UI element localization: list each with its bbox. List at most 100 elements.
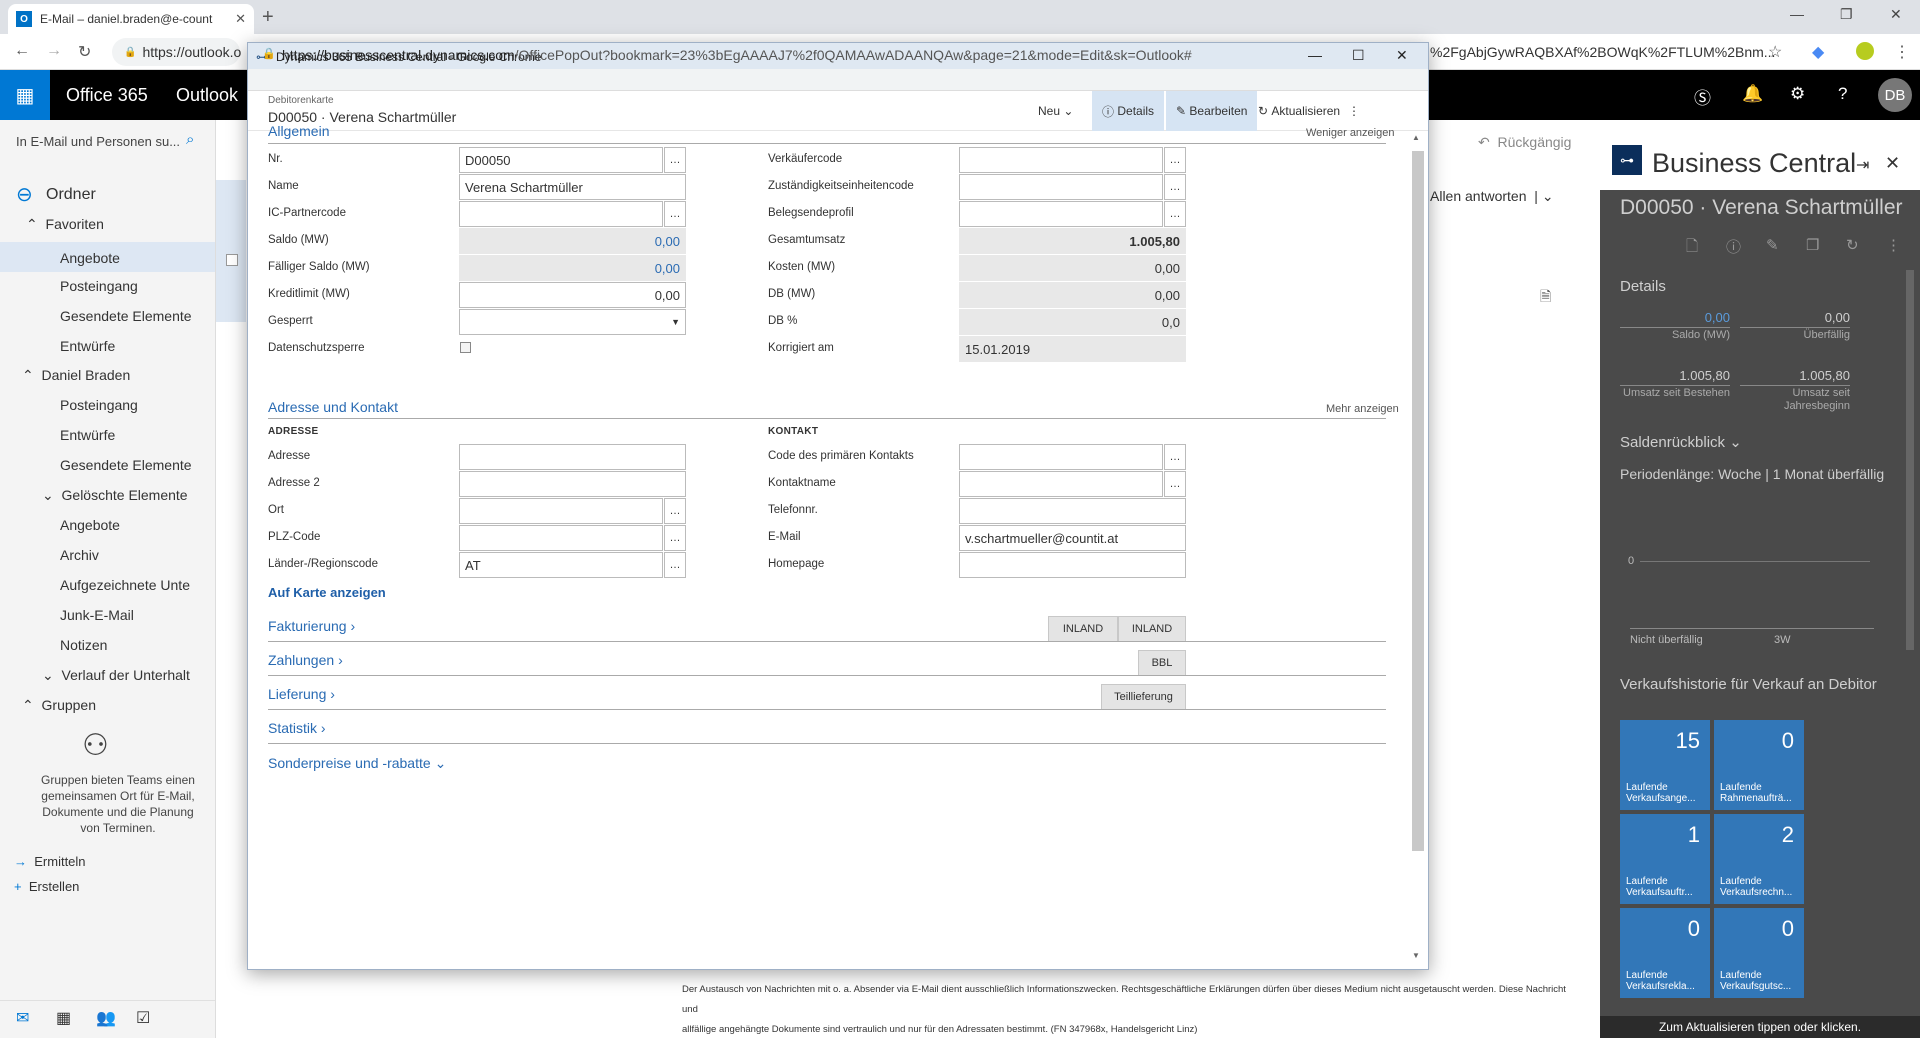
- bc-pane-scrollbar[interactable]: [1906, 270, 1914, 650]
- new-button[interactable]: Neu ⌄: [1028, 91, 1083, 131]
- message-checkbox[interactable]: [226, 254, 238, 266]
- folder-aufgezeichnete[interactable]: Aufgezeichnete Unte: [60, 577, 190, 593]
- close-window-icon[interactable]: ✕: [1890, 6, 1902, 23]
- folder-gesendete[interactable]: Gesendete Elemente: [60, 457, 192, 473]
- account-header[interactable]: ⌃ Daniel Braden: [22, 367, 130, 384]
- cue-tile[interactable]: 0 Laufende Verkaufsrekla...: [1620, 908, 1710, 998]
- discover-link[interactable]: → Ermitteln: [14, 854, 86, 869]
- lookup-button[interactable]: …: [1164, 147, 1186, 173]
- edit-icon[interactable]: ✎: [1766, 236, 1779, 254]
- favorites-header[interactable]: ⌃ Favoriten: [26, 216, 104, 233]
- country-input[interactable]: AT: [459, 552, 663, 578]
- saldo-review-toggle[interactable]: Saldenrückblick ⌄: [1620, 433, 1742, 451]
- folder-notizen[interactable]: Notizen: [60, 637, 107, 653]
- section-invoicing[interactable]: Fakturierung ›: [268, 618, 355, 634]
- people-icon[interactable]: 👥: [96, 1008, 116, 1028]
- lookup-button[interactable]: …: [664, 552, 686, 578]
- section-special-prices[interactable]: Sonderpreise und -rabatte ⌄: [268, 755, 446, 772]
- folder-archiv[interactable]: Archiv: [60, 547, 99, 563]
- cue-tile[interactable]: 15 Laufende Verkaufsange...: [1620, 720, 1710, 810]
- credit-limit-input[interactable]: 0,00: [459, 282, 686, 308]
- lookup-button[interactable]: …: [1164, 201, 1186, 227]
- reply-all-button[interactable]: Allen antworten | ⌄: [1430, 188, 1554, 205]
- section-general[interactable]: Allgemein: [268, 123, 329, 139]
- lookup-button[interactable]: …: [1164, 444, 1186, 470]
- lookup-button[interactable]: …: [1164, 174, 1186, 200]
- folder-favorite-angebote[interactable]: Angebote: [0, 242, 215, 272]
- close-icon[interactable]: ✕: [1396, 47, 1408, 64]
- scroll-up-icon[interactable]: ▲: [1412, 133, 1420, 142]
- minimize-icon[interactable]: —: [1790, 6, 1804, 22]
- due-balance-value[interactable]: 0,00: [459, 255, 686, 281]
- popup-url-bar[interactable]: [248, 69, 1428, 91]
- mail-search-input[interactable]: In E-Mail und Personen su... ⌕: [10, 128, 210, 154]
- section-shipping[interactable]: Lieferung ›: [268, 686, 335, 702]
- undo-button[interactable]: ↶ Rückgängig: [1478, 134, 1571, 151]
- blocked-select[interactable]: ▼: [459, 309, 686, 335]
- more-icon[interactable]: ⋮: [1338, 91, 1370, 131]
- mail-icon[interactable]: ✉: [16, 1008, 29, 1028]
- kpi-value[interactable]: 0,00: [1620, 310, 1730, 325]
- lookup-button[interactable]: …: [1164, 471, 1186, 497]
- card-scrollbar[interactable]: [1412, 151, 1424, 851]
- folder-favorite-entwuerfe[interactable]: Entwürfe: [60, 338, 115, 354]
- edit-button[interactable]: ✎ Bearbeiten: [1166, 91, 1258, 131]
- cue-tile[interactable]: 2 Laufende Verkaufsrechn...: [1714, 814, 1804, 904]
- tab-close-icon[interactable]: ✕: [235, 11, 246, 27]
- calendar-icon[interactable]: ▦: [56, 1008, 71, 1028]
- cue-tile[interactable]: 0 Laufende Verkaufsgutsc...: [1714, 908, 1804, 998]
- kpi-value[interactable]: 1.005,80: [1620, 368, 1730, 383]
- lookup-button[interactable]: …: [664, 525, 686, 551]
- minimize-icon[interactable]: —: [1308, 47, 1322, 63]
- primary-contact-input[interactable]: [959, 444, 1163, 470]
- bell-icon[interactable]: 🔔: [1742, 84, 1763, 104]
- close-icon[interactable]: ✕: [1885, 153, 1900, 174]
- privacy-block-checkbox[interactable]: [460, 342, 471, 353]
- document-icon[interactable]: 🗋: [1686, 236, 1698, 261]
- app-launcher-icon[interactable]: ▦: [0, 70, 50, 120]
- refresh-icon[interactable]: ↻: [1846, 236, 1859, 254]
- show-less-link[interactable]: Weniger anzeigen: [1306, 127, 1394, 139]
- back-circle-icon[interactable]: ⊖: [16, 182, 33, 207]
- folder-posteingang[interactable]: Posteingang: [60, 397, 138, 413]
- attachment-icon[interactable]: 🗎: [1540, 286, 1551, 310]
- section-address-contact[interactable]: Adresse und Kontakt: [268, 399, 398, 415]
- refresh-status[interactable]: Zum Aktualisieren tippen oder klicken.: [1600, 1016, 1920, 1038]
- popout-icon[interactable]: ❐: [1806, 236, 1819, 254]
- back-icon[interactable]: ←: [14, 42, 30, 60]
- outlook-app-name[interactable]: Outlook: [176, 85, 238, 106]
- lookup-button[interactable]: …: [664, 147, 686, 173]
- popup-url[interactable]: https://businesscentral.dynamics.com/Off…: [282, 47, 1192, 63]
- email-input[interactable]: v.schartmueller@countit.at: [959, 525, 1186, 551]
- groups-header[interactable]: ⌃ Gruppen: [22, 697, 96, 714]
- no-input[interactable]: D00050: [459, 147, 663, 173]
- folder-verlauf[interactable]: ⌄ Verlauf der Unterhalt: [42, 667, 190, 684]
- extension-icon[interactable]: ◆: [1812, 42, 1824, 62]
- folder-junk[interactable]: Junk-E-Mail: [60, 607, 134, 623]
- lookup-button[interactable]: …: [664, 498, 686, 524]
- cue-tile[interactable]: 0 Laufende Rahmenaufträ...: [1714, 720, 1804, 810]
- responsibility-center-input[interactable]: [959, 174, 1163, 200]
- ic-partner-input[interactable]: [459, 201, 663, 227]
- section-payments[interactable]: Zahlungen ›: [268, 652, 343, 668]
- folder-favorite-gesendete[interactable]: Gesendete Elemente: [60, 308, 192, 324]
- forward-icon[interactable]: →: [46, 42, 62, 60]
- details-button[interactable]: ⓘ Details: [1092, 91, 1165, 131]
- search-icon[interactable]: ⌕: [186, 131, 194, 148]
- gear-icon[interactable]: ⚙: [1790, 84, 1805, 104]
- reload-icon[interactable]: ↻: [78, 42, 91, 62]
- profile-extension-icon[interactable]: [1856, 42, 1874, 60]
- pin-icon[interactable]: ⇥: [1856, 155, 1869, 175]
- more-icon[interactable]: ⋮: [1886, 236, 1901, 254]
- kpi-value[interactable]: 1.005,80: [1740, 368, 1850, 383]
- omnibox[interactable]: 🔒 https://outlook.o: [112, 38, 241, 66]
- folder-angebote[interactable]: Angebote: [60, 517, 120, 533]
- balance-value[interactable]: 0,00: [459, 228, 686, 254]
- refresh-button[interactable]: ↻ Aktualisieren: [1248, 91, 1350, 131]
- address-input[interactable]: [459, 444, 686, 470]
- folder-entwuerfe[interactable]: Entwürfe: [60, 427, 115, 443]
- lookup-button[interactable]: …: [664, 201, 686, 227]
- info-icon[interactable]: ⓘ: [1726, 236, 1741, 257]
- postcode-input[interactable]: [459, 525, 663, 551]
- phone-input[interactable]: [959, 498, 1186, 524]
